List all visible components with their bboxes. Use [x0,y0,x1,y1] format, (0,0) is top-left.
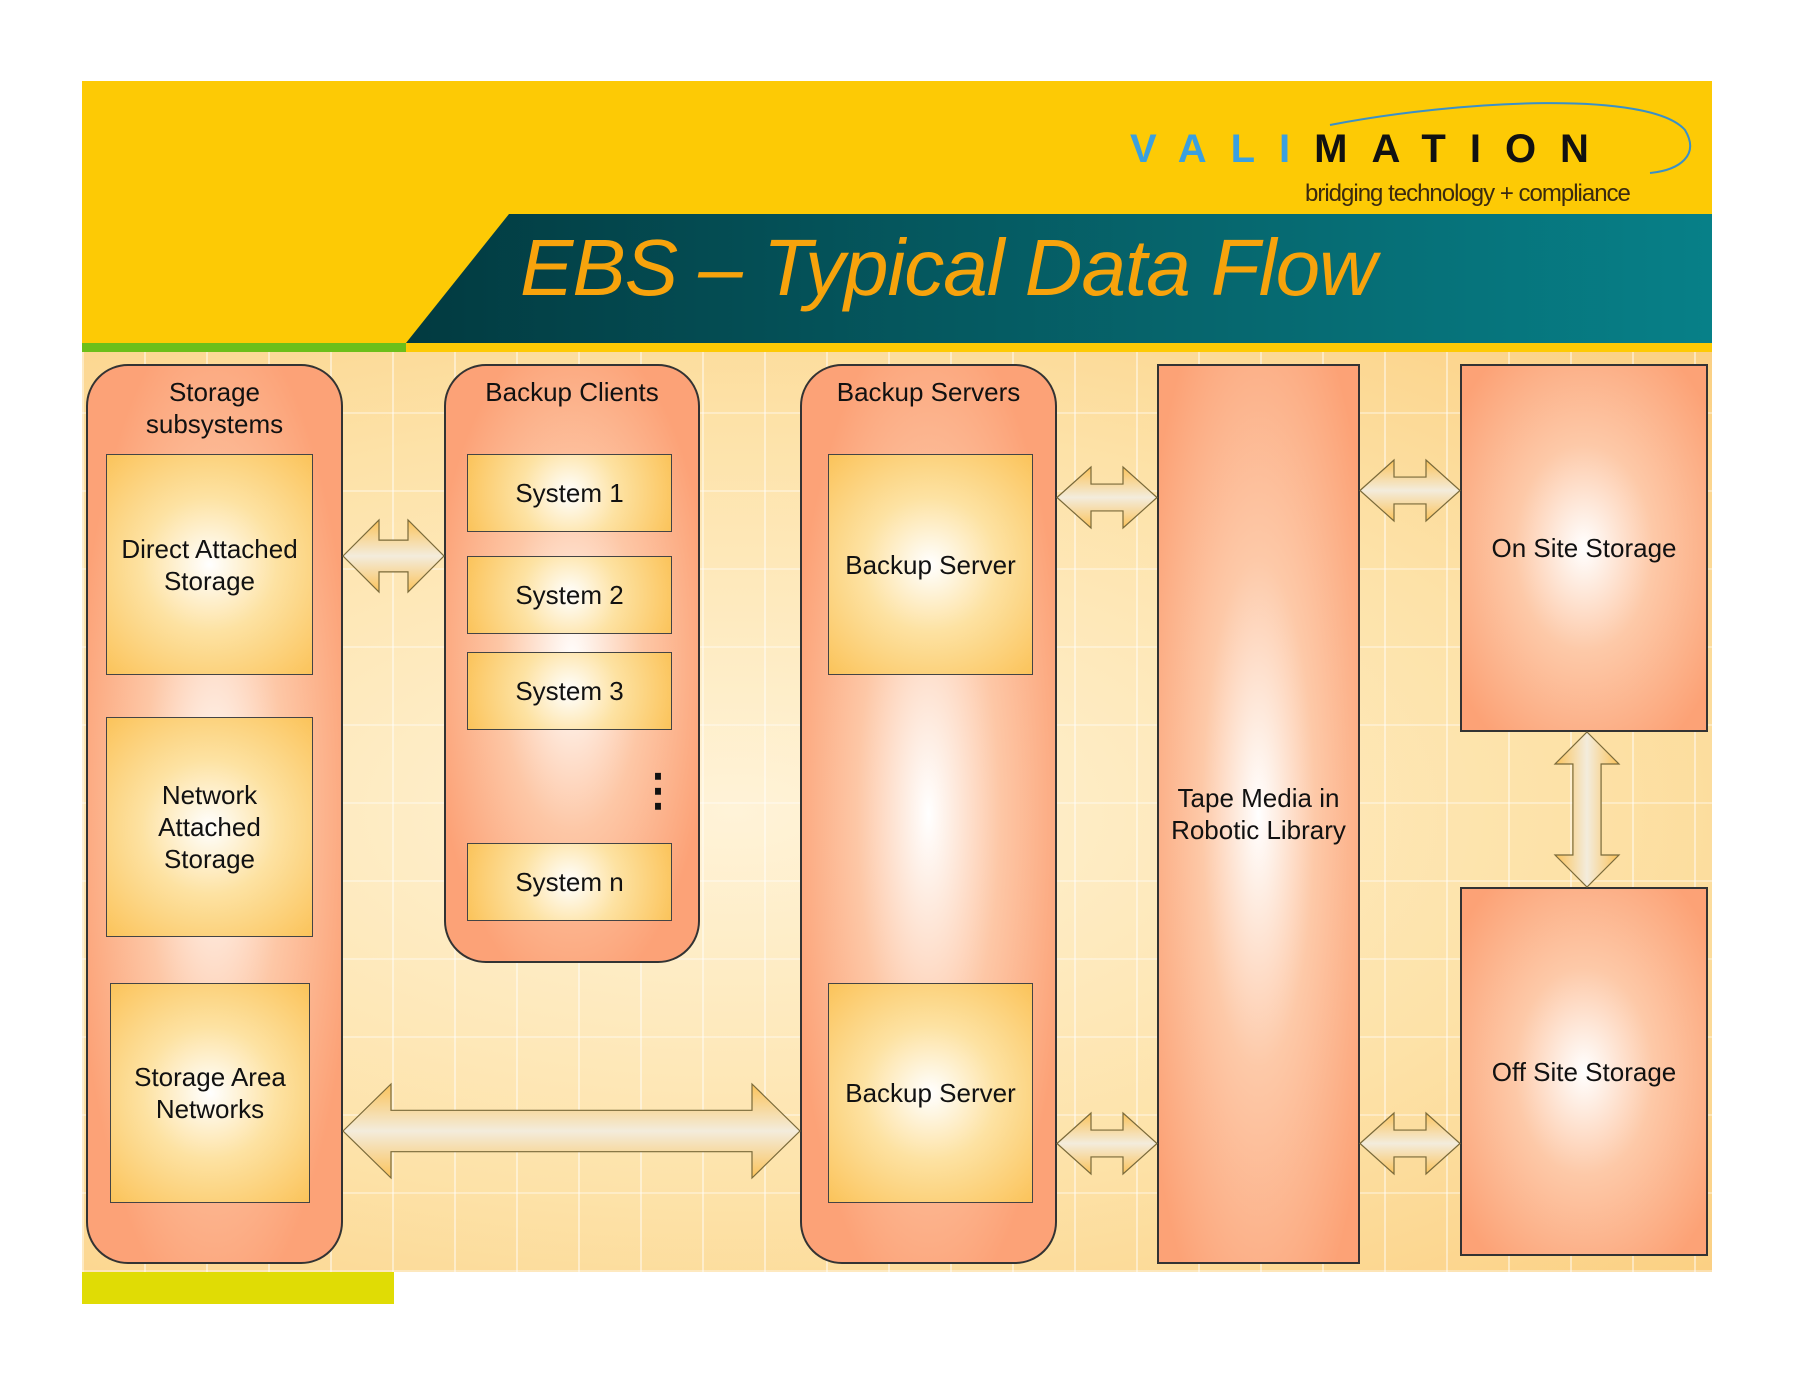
double-arrow-icon [1553,731,1621,888]
double-arrow-icon [1359,1111,1461,1176]
double-arrow-icon [1056,465,1158,530]
double-arrow-icon [1056,1111,1158,1176]
arrows-layer [342,458,1621,1180]
double-arrow-icon [342,1082,801,1180]
double-arrow-icon [1359,458,1461,523]
double-arrow-icon [342,518,445,594]
